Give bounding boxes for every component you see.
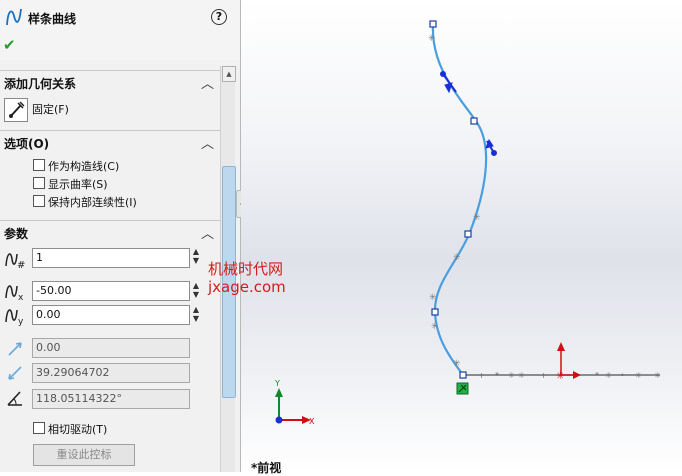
point-number-icon: # xyxy=(5,253,25,270)
spline-point[interactable] xyxy=(470,117,478,125)
tangent-angle-field: 118.05114322° xyxy=(32,389,190,409)
point-marker: ✳ xyxy=(453,359,461,369)
property-manager: 样条曲线 ? ✔ 添加几何关系 ︿ 固定(F) 选项(O) ︿ 作为构造线(C)… xyxy=(0,0,241,472)
checkbox-label: 相切驱动(T) xyxy=(48,423,108,436)
y-coordinate-spinner[interactable]: ▲ ▼ xyxy=(190,305,202,325)
point-marker: ✳ xyxy=(429,293,437,303)
axis-y-label: Y xyxy=(274,379,280,388)
tangent-weight-1-field: 0.00 xyxy=(32,338,190,358)
point-marker: * xyxy=(495,371,499,380)
spline-curve[interactable] xyxy=(431,23,488,376)
property-panel-body: 添加几何关系 ︿ 固定(F) 选项(O) ︿ 作为构造线(C) 显示曲率(S) … xyxy=(0,64,220,472)
svg-text:x: x xyxy=(18,293,24,302)
tangent-angle-icon xyxy=(7,391,22,406)
point-number-input[interactable]: 1 xyxy=(32,248,190,268)
options-section-header[interactable]: 选项(O) ︿ xyxy=(0,130,220,152)
checkbox[interactable] xyxy=(33,159,45,171)
checkbox-label: 显示曲率(S) xyxy=(48,178,108,191)
graphics-viewport[interactable]: + * ✳ ✳ + * ✳ • ✳ ✳ ✳ ✳ ✳ ✳ ✳ ✳ ✳ Y X xyxy=(241,0,682,472)
checkbox-label: 保持内部连续性(I) xyxy=(48,196,137,209)
relations-section-label: 添加几何关系 xyxy=(4,77,77,91)
ok-check-icon[interactable]: ✔ xyxy=(3,36,16,54)
point-marker: ✳ xyxy=(605,371,612,380)
property-manager-header: 样条曲线 ? ✔ xyxy=(0,0,240,60)
help-icon[interactable]: ? xyxy=(211,9,227,25)
fixed-relation-label: 固定(F) xyxy=(32,103,69,116)
svg-text:✳: ✳ xyxy=(556,371,564,382)
checkbox[interactable] xyxy=(33,195,45,207)
axis-x-label: X xyxy=(309,417,315,426)
sketch-origin[interactable]: ✳ xyxy=(556,342,581,382)
point-marker: ✳ xyxy=(508,371,515,380)
spline-point[interactable] xyxy=(429,20,437,28)
spline-point[interactable] xyxy=(464,230,472,238)
tangent-handle-dot[interactable] xyxy=(491,150,497,156)
parameters-section-label: 参数 xyxy=(4,227,29,241)
tangent-weight-2-field: 39.29064702 xyxy=(32,363,190,383)
collapse-chevron-icon[interactable]: ︿ xyxy=(201,223,214,242)
tangent-handles[interactable] xyxy=(440,71,497,156)
point-marker: ✳ xyxy=(473,213,481,223)
scroll-up-arrow-icon[interactable]: ▲ xyxy=(222,66,236,82)
sketch-canvas[interactable]: + * ✳ ✳ + * ✳ • ✳ ✳ ✳ ✳ ✳ ✳ ✳ ✳ ✳ Y X xyxy=(241,0,682,472)
x-coordinate-input[interactable]: -50.00 xyxy=(32,281,190,301)
svg-text:y: y xyxy=(18,317,24,326)
point-marker: ✳ xyxy=(428,34,436,44)
point-number-spinner[interactable]: ▲ ▼ xyxy=(190,247,202,267)
options-section-label: 选项(O) xyxy=(4,137,50,151)
point-marker: ✳ xyxy=(431,322,439,332)
tangent-arrow-icon[interactable] xyxy=(444,82,453,94)
point-marker: ✳ xyxy=(635,371,642,380)
watermark-title: 机械时代网 xyxy=(208,260,284,278)
view-orientation-label: *前视 xyxy=(251,461,282,475)
fixed-relation-marker[interactable] xyxy=(456,382,469,395)
checkbox-label: 作为构造线(C) xyxy=(48,160,120,173)
point-marker: + xyxy=(540,371,547,380)
point-marker: ✳ xyxy=(453,253,461,263)
y-coordinate-input[interactable]: 0.00 xyxy=(32,305,190,325)
reset-handle-button[interactable]: 重设此控标 xyxy=(33,444,135,466)
spline-point-selected[interactable] xyxy=(459,371,467,379)
point-marker: * xyxy=(595,371,599,380)
spline-point[interactable] xyxy=(431,308,439,316)
collapse-chevron-icon[interactable]: ︿ xyxy=(201,133,214,152)
parameters-section-header[interactable]: 参数 ︿ xyxy=(0,220,220,242)
point-marker: ✳ xyxy=(654,371,661,380)
tangent-weight-2-icon xyxy=(8,366,22,380)
collapse-chevron-icon[interactable]: ︿ xyxy=(201,73,214,92)
fix-relation-icon[interactable] xyxy=(4,98,28,122)
relations-section-header[interactable]: 添加几何关系 ︿ xyxy=(0,70,220,92)
spline-icon xyxy=(6,8,22,26)
point-marker: ✳ xyxy=(518,371,525,380)
view-triad: Y X xyxy=(274,379,315,426)
checkbox[interactable] xyxy=(33,177,45,189)
tangent-weight-1-icon xyxy=(8,342,22,356)
watermark-url: jxage.com xyxy=(208,278,286,296)
tangent-handle-dot[interactable] xyxy=(440,71,446,77)
x-coordinate-icon: x xyxy=(5,285,24,302)
point-marker: + xyxy=(478,371,485,380)
x-coordinate-spinner[interactable]: ▲ ▼ xyxy=(190,281,202,301)
point-marker: • xyxy=(620,371,625,380)
checkbox[interactable] xyxy=(33,422,45,434)
page-title: 样条曲线 xyxy=(28,12,77,26)
svg-text:#: # xyxy=(17,260,25,270)
y-coordinate-icon: y xyxy=(5,309,24,326)
